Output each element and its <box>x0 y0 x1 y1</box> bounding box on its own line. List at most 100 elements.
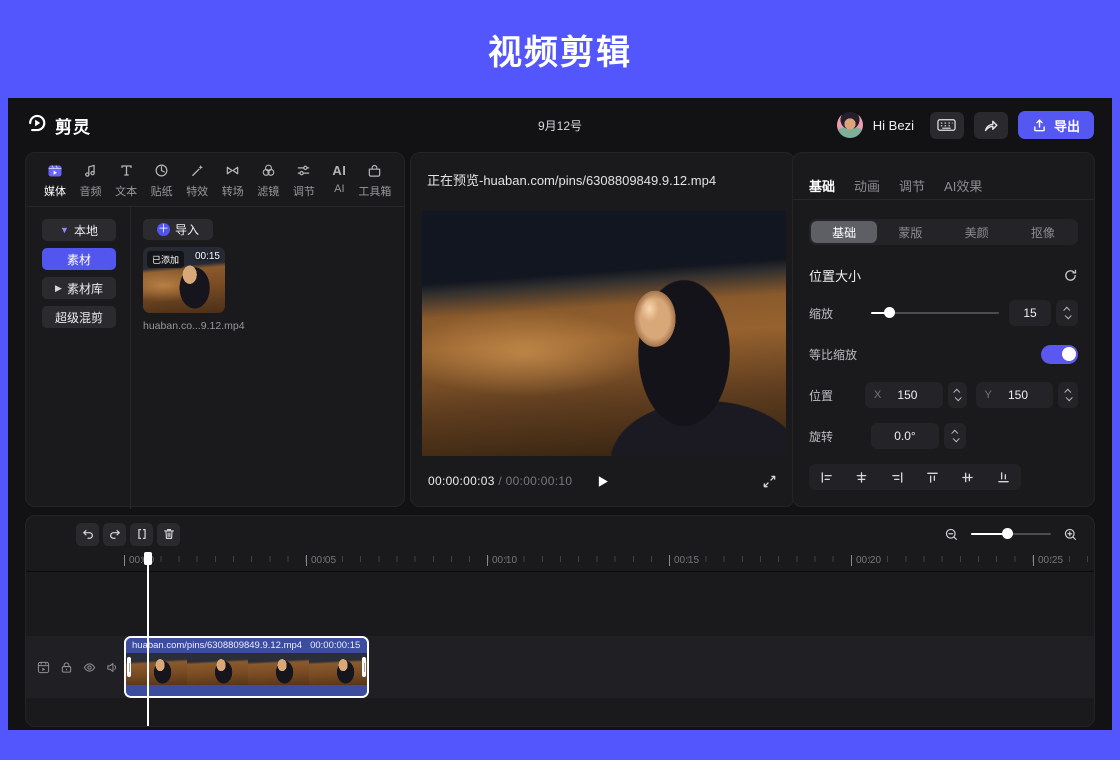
avatar[interactable] <box>837 112 863 138</box>
app-name: 剪灵 <box>55 113 91 138</box>
position-y-stepper[interactable] <box>1058 382 1078 408</box>
segment-chroma[interactable]: 抠像 <box>1010 221 1076 243</box>
tab-ai[interactable]: AI AI <box>322 162 356 199</box>
ai-icon: AI <box>332 162 346 179</box>
position-x-field[interactable]: X 150 <box>865 382 943 408</box>
sidebar-item-material-library[interactable]: ▶ 素材库 <box>42 277 116 299</box>
rotation-stepper[interactable] <box>944 423 966 449</box>
scale-value[interactable]: 15 <box>1009 300 1051 326</box>
align-center-vertical-button[interactable] <box>950 464 985 490</box>
app-window: 剪灵 9月12号 Hi Bezi 导出 媒体 <box>8 98 1112 730</box>
playhead-handle[interactable] <box>144 552 152 565</box>
tab-audio[interactable]: 音频 <box>74 162 108 199</box>
uniform-scale-toggle[interactable] <box>1041 345 1078 364</box>
rotation-value[interactable]: 0.0° <box>871 423 939 449</box>
scale-stepper[interactable] <box>1056 300 1078 326</box>
tab-adjustment[interactable]: 调节 <box>899 176 925 195</box>
align-right-button[interactable] <box>880 464 915 490</box>
share-button[interactable] <box>974 112 1008 139</box>
cover-icon <box>37 661 50 674</box>
clip-duration: 00:00:00:15 <box>310 640 360 651</box>
playhead[interactable] <box>147 552 149 726</box>
tab-transition[interactable]: 转场 <box>216 162 250 199</box>
banner: 视频剪辑 <box>0 0 1120 98</box>
clip-trim-handle-right[interactable] <box>362 657 366 677</box>
uniform-scale-row: 等比缩放 <box>809 341 1078 367</box>
clip-trim-handle-left[interactable] <box>127 657 131 677</box>
position-row: 位置 X 150 Y 150 <box>809 382 1078 408</box>
library-sidebar: ▼ 本地 素材 ▶ 素材库 超级混剪 <box>26 207 131 509</box>
visibility-button[interactable] <box>83 661 96 674</box>
tab-media[interactable]: 媒体 <box>38 162 72 199</box>
scale-slider[interactable] <box>871 306 999 320</box>
tab-sticker[interactable]: 贴纸 <box>145 162 179 199</box>
media-library-panel: 媒体 音频 文本 贴纸 特效 转场 <box>25 152 405 507</box>
timeline-ruler[interactable]: 00:00 00:05 00:10 00:15 00:20 00:25 <box>26 552 1094 572</box>
chevron-right-icon: ▶ <box>55 283 62 294</box>
preview-controls: 00:00:00:03 / 00:00:00:10 <box>411 465 794 497</box>
tab-ai-effects[interactable]: AI效果 <box>944 176 982 195</box>
scale-slider-knob[interactable] <box>884 307 895 318</box>
ruler-label: 00:15 <box>669 555 699 566</box>
mute-button[interactable] <box>106 661 119 674</box>
segment-mask[interactable]: 蒙版 <box>877 221 943 243</box>
tab-basic[interactable]: 基础 <box>809 176 835 195</box>
inspector-segmented-control: 基础 蒙版 美颜 抠像 <box>809 219 1078 245</box>
section-position-size: 位置大小 <box>809 266 1078 285</box>
align-top-button[interactable] <box>915 464 950 490</box>
fullscreen-button[interactable] <box>762 474 777 489</box>
video-preview[interactable] <box>422 211 786 456</box>
keyboard-shortcuts-button[interactable] <box>930 112 964 139</box>
sticker-icon <box>154 162 169 179</box>
segment-beauty[interactable]: 美颜 <box>944 221 1010 243</box>
delete-button[interactable] <box>157 523 180 546</box>
sidebar-item-material[interactable]: 素材 <box>42 248 116 270</box>
tab-adjust[interactable]: 调节 <box>287 162 321 199</box>
current-time: 00:00:00:03 <box>428 474 495 488</box>
sidebar-item-local[interactable]: ▼ 本地 <box>42 219 116 241</box>
zoom-in-button[interactable] <box>1063 527 1078 542</box>
split-button[interactable] <box>130 523 153 546</box>
reset-button[interactable] <box>1063 268 1078 283</box>
effects-icon <box>190 162 205 179</box>
position-y-field[interactable]: Y 150 <box>976 382 1054 408</box>
undo-button[interactable] <box>76 523 99 546</box>
align-center-horizontal-button[interactable] <box>844 464 879 490</box>
timeline-zoom-knob[interactable] <box>1002 528 1013 539</box>
sidebar-item-super-mix[interactable]: 超级混剪 <box>42 306 116 328</box>
segment-basic[interactable]: 基础 <box>811 221 877 243</box>
import-button[interactable]: ＋ 导入 <box>143 219 213 240</box>
track-controls <box>26 661 124 674</box>
video-track: huaban.com/pins/6308809849.9.12.mp4 00:0… <box>26 636 1094 698</box>
align-center-vertical-icon <box>961 471 974 484</box>
app-logo: 剪灵 <box>26 112 91 139</box>
timeline-clip[interactable]: huaban.com/pins/6308809849.9.12.mp4 00:0… <box>124 636 369 698</box>
play-button[interactable] <box>590 468 616 494</box>
tab-animation[interactable]: 动画 <box>854 176 880 195</box>
ruler-label: 00:25 <box>1033 555 1063 566</box>
position-x-stepper[interactable] <box>948 382 968 408</box>
filter-icon <box>261 162 276 179</box>
timeline-zoom-slider[interactable] <box>971 527 1051 541</box>
align-left-button[interactable] <box>809 464 844 490</box>
tab-text[interactable]: 文本 <box>109 162 143 199</box>
thumbnail-filename: huaban.co...9.12.mp4 <box>143 320 404 332</box>
tab-filter[interactable]: 滤镜 <box>251 162 285 199</box>
lock-button[interactable] <box>60 661 73 674</box>
text-icon <box>119 162 134 179</box>
position-label: 位置 <box>809 387 865 404</box>
tab-effects[interactable]: 特效 <box>180 162 214 199</box>
reset-icon <box>1063 268 1078 283</box>
export-button[interactable]: 导出 <box>1018 111 1094 139</box>
align-bottom-button[interactable] <box>986 464 1021 490</box>
tab-toolbox[interactable]: 工具箱 <box>358 162 392 199</box>
trash-icon <box>162 527 176 541</box>
cover-button[interactable] <box>37 661 50 674</box>
timeline-toolbar <box>26 516 1094 552</box>
lock-icon <box>60 661 73 674</box>
uniform-scale-label: 等比缩放 <box>809 346 871 363</box>
redo-button[interactable] <box>103 523 126 546</box>
media-thumbnail[interactable]: 已添加 00:15 <box>143 247 225 313</box>
zoom-out-button[interactable] <box>944 527 959 542</box>
logo-icon <box>26 112 48 139</box>
